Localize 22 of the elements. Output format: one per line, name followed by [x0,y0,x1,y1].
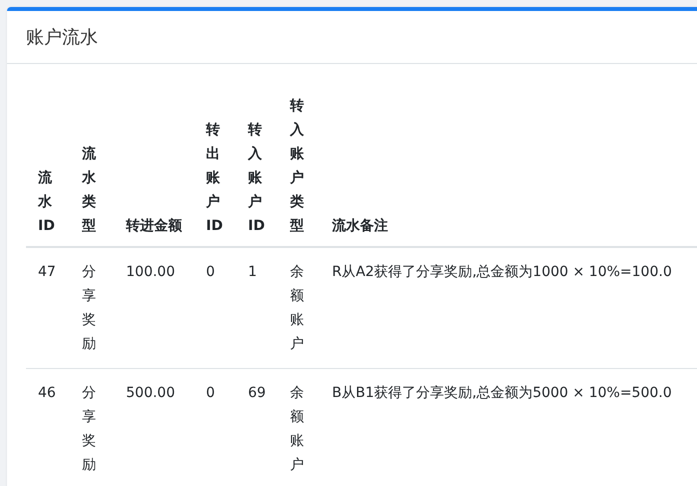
column-header: 转入账户ID [248,122,265,234]
table-cell: B从B1获得了分享奖励,总金额为5000 × 10%=500.0 [332,385,672,401]
table-cell: 1 [248,264,257,280]
table-cell: 100.00 [126,264,175,280]
table-cell: 47 [38,264,56,280]
table-cell: 69 [248,385,266,401]
column-header: 转出账户ID [206,122,223,234]
table-cell: 0 [206,385,215,401]
table-cell: 0 [206,264,215,280]
table-cell: 46 [38,385,56,401]
column-header: 流水类型 [82,146,96,234]
column-header: 流水备注 [332,218,388,234]
column-header: 流水ID [38,170,55,234]
card-title: 账户流水 [26,26,98,49]
column-header: 转进金额 [126,218,182,234]
table-cell: 余额账户 [290,264,304,352]
table-cell: 余额账户 [290,385,304,473]
column-header: 转入账户类型 [290,98,304,234]
table-cell: 500.00 [126,385,175,401]
table-cell: R从A2获得了分享奖励,总金额为1000 × 10%=100.0 [332,264,672,280]
table-cell: 分享奖励 [82,385,96,473]
table-cell: 分享奖励 [82,264,96,352]
